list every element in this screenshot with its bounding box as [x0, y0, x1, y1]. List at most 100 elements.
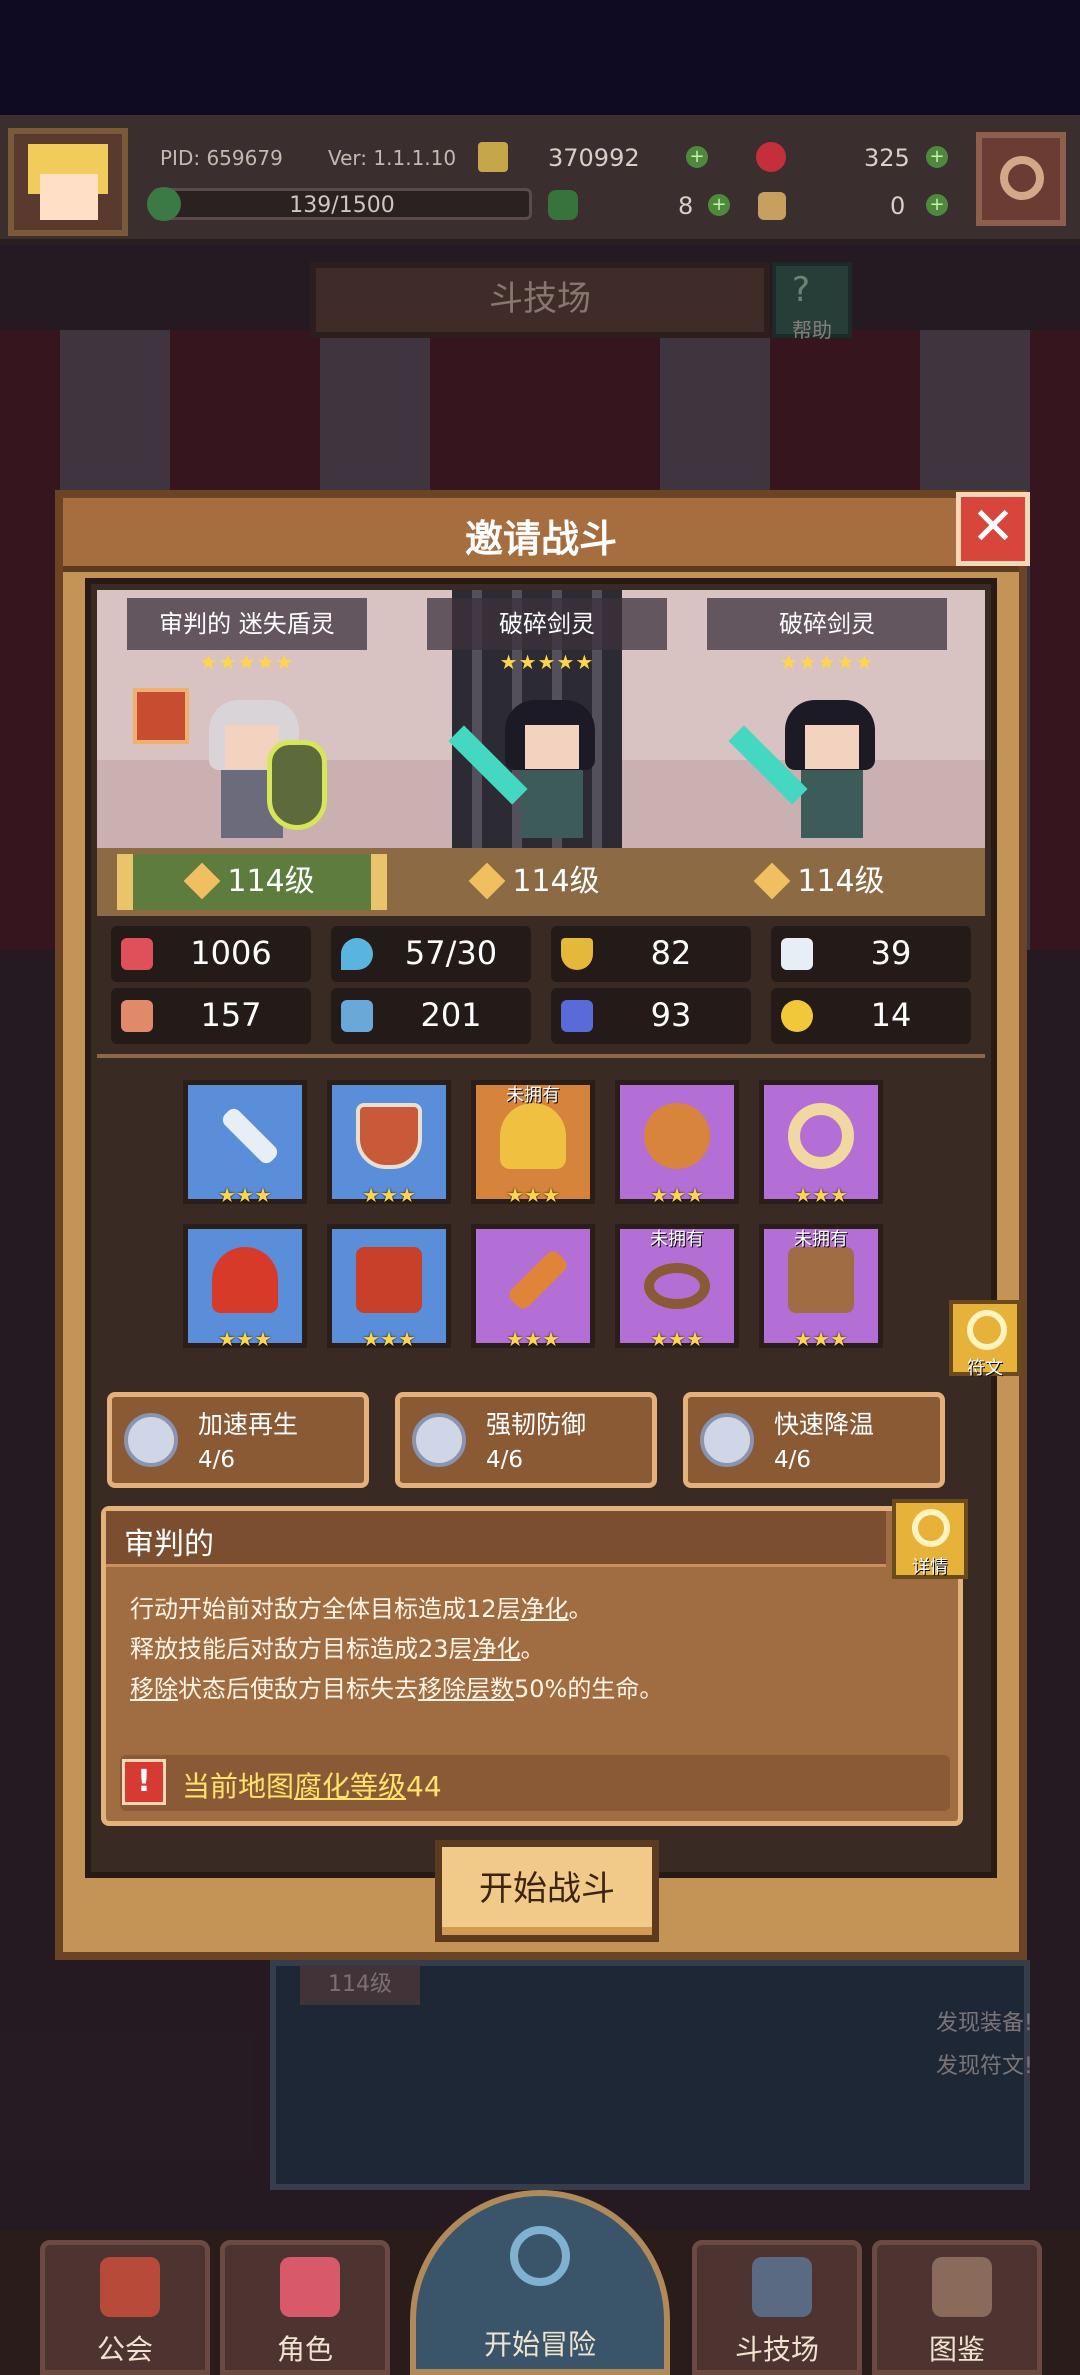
gem-amount: 325: [864, 144, 910, 172]
affix-title-bar: 审判的: [106, 1511, 886, 1567]
equipment-stars: ★★★: [362, 1327, 416, 1351]
player-avatar[interactable]: [8, 128, 128, 236]
keyword-link[interactable]: 腐化等级: [294, 1770, 406, 1803]
add-key-icon[interactable]: +: [926, 194, 948, 216]
nav-codex[interactable]: 图鉴: [872, 2240, 1042, 2375]
equipment-stars: ★★★: [794, 1327, 848, 1351]
trait-card[interactable]: 加速再生 4/6: [107, 1392, 369, 1488]
resist-value: 93: [650, 996, 692, 1034]
nav-guild[interactable]: 公会: [40, 2240, 210, 2375]
stat-speed: 39: [771, 926, 971, 982]
add-gold-icon[interactable]: +: [686, 146, 708, 168]
equipment-slot[interactable]: ★★★: [327, 1080, 451, 1207]
sword-spirit-body: [801, 770, 863, 838]
player-info: PID: 659679 Ver: 1.1.1.10 370992 + 325 +…: [147, 132, 968, 228]
equipment-slot[interactable]: 未拥有 ★★★: [615, 1224, 739, 1351]
nav-character[interactable]: 角色: [220, 2240, 390, 2375]
close-button[interactable]: ✕: [956, 492, 1030, 566]
level-icon: [468, 862, 506, 900]
trait-card[interactable]: 强韧防御 4/6: [395, 1392, 657, 1488]
gear-icon: [1000, 156, 1044, 200]
player-id: PID: 659679: [160, 146, 283, 170]
warning-text-part: 44: [406, 1770, 442, 1803]
resist-icon: [561, 1000, 593, 1032]
attack-value: 157: [200, 996, 262, 1034]
mana-value: 57/30: [404, 934, 498, 972]
stat-mana: 57/30: [331, 926, 531, 982]
equipment-slot[interactable]: ★★★: [183, 1080, 307, 1207]
add-clover-icon[interactable]: +: [708, 194, 730, 216]
unit-name-plate: 破碎剑灵: [427, 598, 667, 650]
guild-icon: [100, 2257, 160, 2317]
equipment-stars: ★★★: [218, 1183, 272, 1207]
heart-icon: [121, 938, 153, 970]
key-icon: [758, 192, 786, 220]
trait-name: 强韧防御: [486, 1410, 587, 1439]
affix-title: 审判的: [124, 1527, 214, 1562]
sword-icon: [219, 1105, 281, 1167]
gem-icon: [756, 142, 786, 172]
settings-button[interactable]: [976, 132, 1066, 226]
invite-battle-dialog: 邀请战斗 ✕ 审判的 迷失盾灵 ★★★★★ 破碎剑灵 ★★★★★ 破碎剑灵 ★★…: [55, 490, 1030, 1960]
boots-icon: [788, 1247, 854, 1313]
helmet-icon: [212, 1247, 278, 1313]
unit-stars: ★★★★★: [499, 650, 595, 674]
equipment-slot[interactable]: ★★★: [759, 1080, 883, 1207]
key-amount: 0: [890, 192, 906, 220]
equipment-stars: ★★★: [650, 1183, 704, 1207]
corruption-warning: ! 当前地图腐化等级44: [120, 1755, 950, 1811]
nav-arena-label: 斗技场: [734, 2333, 819, 2366]
keyword-link[interactable]: 移除: [130, 1675, 178, 1703]
start-battle-button[interactable]: 开始战斗: [435, 1840, 659, 1942]
equipment-slot[interactable]: 未拥有 ★★★: [759, 1224, 883, 1351]
equipment-stars: ★★★: [218, 1327, 272, 1351]
effect-text: 状态后使敌方目标失去: [178, 1675, 418, 1703]
character-icon: [280, 2257, 340, 2317]
unit-tab-3[interactable]: 114级: [687, 854, 957, 910]
armor-stat-icon: [561, 938, 593, 970]
details-button[interactable]: 详情: [892, 1499, 968, 1579]
trait-name: 快速降温: [774, 1410, 875, 1439]
stat-defense: 82: [551, 926, 751, 982]
nav-codex-label: 图鉴: [928, 2333, 985, 2366]
keyword-link[interactable]: 移除层数: [418, 1675, 514, 1703]
equipment-stars: ★★★: [506, 1183, 560, 1207]
hp-value: 1006: [190, 934, 272, 972]
dialog-header: 邀请战斗: [63, 498, 1019, 572]
rune-button[interactable]: 符文: [949, 1300, 1021, 1379]
not-owned-label: 未拥有: [506, 1085, 560, 1106]
unit-level: 114级: [512, 864, 600, 899]
unit-level: 114级: [797, 864, 885, 899]
equipment-slot[interactable]: ★★★: [183, 1224, 307, 1351]
gold-coin-icon: [478, 142, 508, 172]
unit-level: 114级: [227, 864, 315, 899]
effect-text: 释放技能后对敌方目标造成23层: [130, 1635, 473, 1663]
add-gem-icon[interactable]: +: [926, 146, 948, 168]
equipment-slot[interactable]: ★★★: [615, 1080, 739, 1207]
book-icon: [341, 1000, 373, 1032]
armor-icon: [356, 1247, 422, 1313]
tank-role-icon: [133, 688, 189, 744]
unit-name-plate: 审判的 迷失盾灵: [127, 598, 367, 650]
trait-card[interactable]: 快速降温 4/6: [683, 1392, 945, 1488]
avatar-face: [40, 174, 98, 220]
effect-line-1: 行动开始前对敌方全体目标造成12层净化。: [130, 1589, 593, 1624]
level-icon: [183, 862, 221, 900]
unit-tab-1[interactable]: 114级: [117, 854, 387, 910]
crossed-swords-icon: [752, 2257, 812, 2317]
trait-gem-icon: [412, 1413, 466, 1467]
nav-character-label: 角色: [276, 2333, 333, 2366]
nav-guild-label: 公会: [96, 2333, 153, 2366]
wing-icon: [781, 938, 813, 970]
magic-value: 201: [420, 996, 482, 1034]
unit-tab-2[interactable]: 114级: [402, 854, 672, 910]
keyword-link[interactable]: 净化: [473, 1635, 521, 1663]
equipment-stars: ★★★: [362, 1183, 416, 1207]
equipment-slot[interactable]: 未拥有 ★★★: [471, 1080, 595, 1207]
keyword-link[interactable]: 净化: [521, 1595, 569, 1623]
nav-arena[interactable]: 斗技场: [692, 2240, 862, 2375]
equipment-slot[interactable]: ★★★: [471, 1224, 595, 1351]
equipment-slot[interactable]: ★★★: [327, 1224, 451, 1351]
clover-icon: [548, 190, 578, 220]
trait-name: 加速再生: [198, 1410, 299, 1439]
